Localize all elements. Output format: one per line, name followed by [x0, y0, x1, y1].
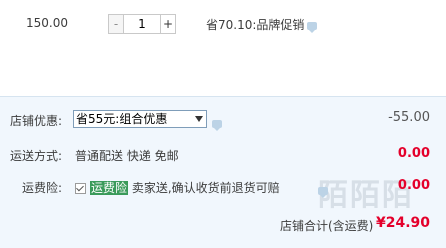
shipping-insurance-highlight: 运费险 [90, 181, 129, 195]
message-icon[interactable] [307, 21, 318, 33]
item-promo-text: 省70.10:品牌促销 [206, 18, 305, 32]
message-icon[interactable] [212, 119, 222, 131]
item-promo: 省70.10:品牌促销 [206, 16, 318, 33]
increase-quantity-button[interactable]: + [160, 14, 176, 34]
shop-total-label: 店铺合计(含运费) [280, 219, 374, 233]
chevron-down-icon [195, 116, 203, 122]
shipping-insurance-checkbox[interactable] [75, 183, 86, 194]
quantity-input[interactable]: 1 [124, 14, 160, 34]
shipping-insurance-amount: 0.00 [397, 178, 430, 193]
item-price: 150.00 [26, 16, 68, 30]
message-icon[interactable] [317, 186, 328, 198]
shipping-insurance-description: 卖家送,确认收货前退货可赔 [131, 181, 280, 195]
shop-discount-select[interactable]: 省55元:组合优惠 [73, 110, 207, 128]
shipping-amount: 0.00 [397, 146, 430, 161]
shipping-insurance-label: 运费险: [22, 181, 63, 195]
shipping-method: 普通配送 快递 免邮 [75, 149, 179, 163]
decrease-quantity-button[interactable]: - [108, 14, 124, 34]
shipping-insurance-option: 运费险 卖家送,确认收货前退货可赔 [75, 179, 280, 196]
shop-discount-selected: 省55元:组合优惠 [76, 112, 168, 126]
shop-total-amount: ¥24.90 [375, 215, 430, 231]
shop-discount-amount: -55.00 [388, 110, 430, 125]
shop-discount-label: 店铺优惠: [10, 114, 63, 128]
quantity-stepper: - 1 + [108, 14, 176, 34]
shipping-label: 运送方式: [10, 149, 63, 163]
